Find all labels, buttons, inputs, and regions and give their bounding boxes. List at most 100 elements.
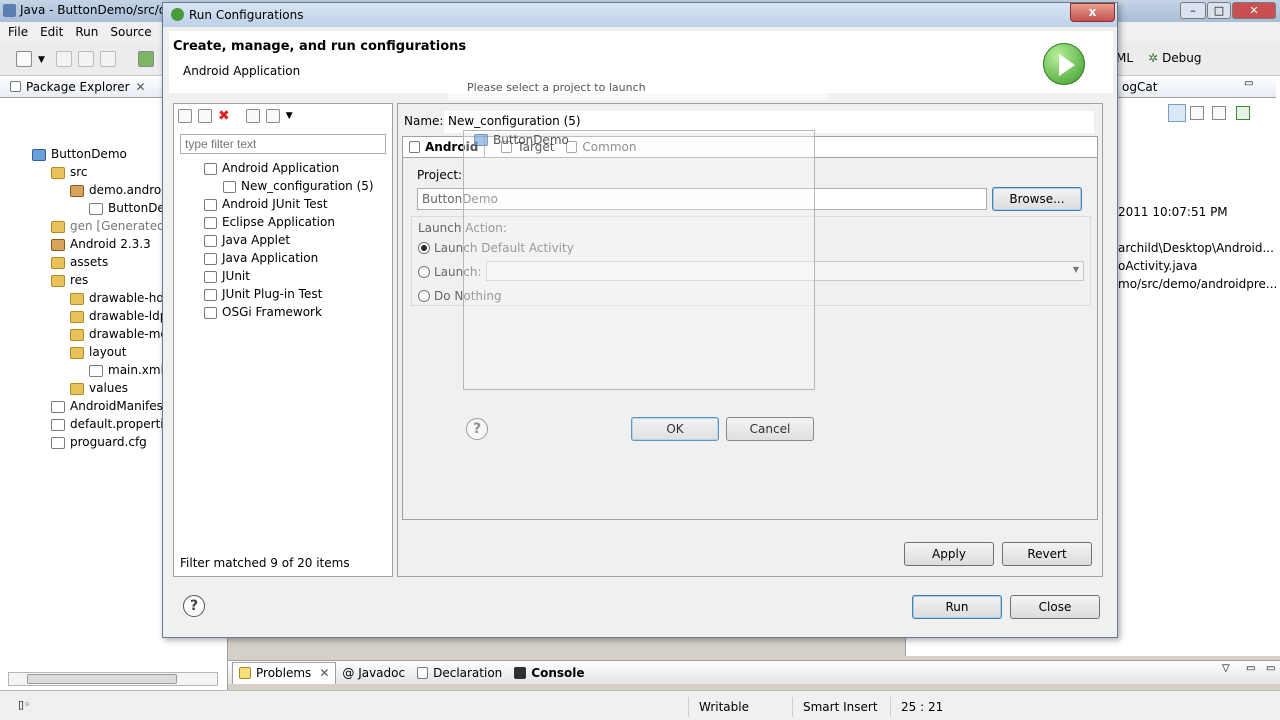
new-dropdown-icon[interactable]: ▼ — [38, 55, 45, 65]
config-tree-item[interactable]: Java Application — [184, 249, 389, 267]
logcat-add-icon[interactable] — [1236, 106, 1250, 120]
tab-javadoc[interactable]: @ Javadoc — [336, 662, 411, 684]
dialog-subheading: Android Application — [183, 64, 301, 78]
browse-button[interactable]: Browse... — [992, 187, 1082, 211]
folder-icon — [70, 328, 84, 341]
minimize-view-icon[interactable]: ▭ — [1244, 78, 1253, 89]
dialog-close-button[interactable]: x — [1070, 3, 1115, 22]
project-icon — [32, 148, 46, 161]
menu-run[interactable]: Run — [75, 25, 98, 39]
xml-perspective-label: ML — [1116, 51, 1134, 65]
tab-problems[interactable]: Problems ✕ — [232, 661, 337, 684]
config-tree-item[interactable]: JUnit — [184, 267, 389, 285]
menu-edit[interactable]: Edit — [40, 25, 63, 39]
logcat-tab[interactable]: ogCat — [1122, 80, 1157, 94]
tree-item-label: drawable-hdp — [89, 291, 172, 305]
tab-console[interactable]: Console — [508, 662, 590, 684]
config-tree-item-label: Android JUnit Test — [222, 197, 328, 211]
console-icon — [514, 666, 527, 679]
tree-item-label: Android 2.3.3 — [70, 237, 151, 251]
folder-icon — [51, 220, 65, 233]
tab-declaration[interactable]: Declaration — [411, 662, 508, 684]
apply-button[interactable]: Apply — [904, 542, 994, 566]
radio-launch-default-control[interactable] — [418, 242, 430, 254]
revert-button[interactable]: Revert — [1002, 542, 1092, 566]
tree-item-label: demo.android — [89, 183, 173, 197]
close-view-icon[interactable]: ✕ — [136, 80, 146, 94]
filter-status: Filter matched 9 of 20 items — [180, 556, 350, 570]
tree-item-label: ButtonDemo — [51, 147, 127, 161]
config-tree-item[interactable]: Java Applet — [184, 231, 389, 249]
run-config-icon — [171, 8, 184, 21]
logcat-clear-icon[interactable] — [1190, 106, 1204, 120]
horizontal-scrollbar[interactable] — [8, 672, 218, 686]
duplicate-config-icon[interactable] — [198, 109, 212, 123]
debug-perspective[interactable]: ✲ Debug — [1148, 51, 1202, 65]
project-list-item-label: ButtonDemo — [493, 133, 569, 147]
tree-item-label: assets — [70, 255, 109, 269]
config-tree-item-label: JUnit Plug-in Test — [222, 287, 323, 301]
collapse-all-icon[interactable] — [245, 109, 260, 123]
view-menu-icon[interactable]: ▽ — [1222, 663, 1230, 674]
radio-do-nothing-control[interactable] — [418, 290, 430, 302]
project-list-item[interactable]: ButtonDemo — [474, 133, 569, 147]
run-button[interactable]: Run — [912, 595, 1002, 619]
delete-config-icon[interactable]: ✖ — [218, 108, 230, 124]
folder-icon — [51, 274, 65, 287]
main-window-title: Java - ButtonDemo/src/de — [20, 3, 174, 17]
android-tab-icon — [409, 141, 420, 153]
project-selection-help-icon[interactable]: ? — [466, 418, 488, 440]
android-sdk-icon[interactable] — [138, 51, 154, 67]
scrollbar-thumb[interactable] — [27, 674, 177, 684]
tree-item-label: res — [70, 273, 89, 287]
debug-perspective-label: Debug — [1162, 51, 1202, 65]
logcat-export-icon[interactable] — [1212, 106, 1226, 120]
config-tree: Android Application New_configuration (5)… — [184, 159, 389, 321]
maximize-button[interactable]: □ — [1207, 2, 1231, 19]
dialog-heading: Create, manage, and run configurations — [173, 39, 467, 54]
junit-icon — [204, 288, 217, 301]
logcat-line: 2011 10:07:51 PM — [1118, 205, 1228, 219]
new-icon[interactable] — [16, 51, 32, 67]
config-tree-item[interactable]: Android Application — [184, 159, 389, 177]
project-selection-message: Please select a project to launch — [448, 78, 828, 100]
xml-perspective[interactable]: ML — [1116, 51, 1133, 65]
problems-icon — [239, 667, 251, 679]
print-icon[interactable] — [100, 51, 116, 67]
save-all-icon[interactable] — [78, 51, 94, 67]
help-icon[interactable]: ? — [183, 595, 205, 617]
close-tab-icon[interactable]: ✕ — [319, 662, 329, 684]
config-tree-item-label: New_configuration (5) — [241, 179, 374, 193]
radio-launch-control[interactable] — [418, 266, 430, 278]
filter-input[interactable] — [180, 134, 386, 154]
save-icon[interactable] — [56, 51, 72, 67]
ok-button[interactable]: OK — [631, 417, 719, 441]
project-selection-message-text: Please select a project to launch — [467, 81, 646, 94]
config-tree-item[interactable]: OSGi Framework — [184, 303, 389, 321]
logcat-filter-icon[interactable] — [1168, 104, 1186, 122]
filter-config-icon[interactable] — [265, 109, 280, 123]
tree-item-label: drawable-md — [89, 327, 169, 341]
minimize-button[interactable]: – — [1180, 2, 1206, 19]
java-app-icon — [204, 252, 217, 265]
filter-menu-icon[interactable]: ▼ — [286, 111, 293, 121]
applet-icon — [204, 234, 217, 247]
tree-item-label: drawable-ldp — [89, 309, 168, 323]
menu-source[interactable]: Source — [110, 25, 151, 39]
config-tree-item[interactable]: JUnit Plug-in Test — [184, 285, 389, 303]
config-tree-item[interactable]: Android JUnit Test — [184, 195, 389, 213]
minimize-bottom-icon[interactable]: ▭ — [1246, 663, 1255, 674]
close-button[interactable]: Close — [1010, 595, 1100, 619]
config-tree-item[interactable]: Eclipse Application — [184, 213, 389, 231]
config-tree-item-label: Java Application — [222, 251, 319, 265]
new-config-icon[interactable] — [178, 109, 192, 123]
folder-icon — [70, 346, 84, 359]
config-tree-item[interactable]: New_configuration (5) — [184, 177, 389, 195]
config-tree-item-label: OSGi Framework — [222, 305, 322, 319]
main-close-button[interactable]: ✕ — [1232, 2, 1276, 19]
cancel-button[interactable]: Cancel — [726, 417, 814, 441]
maximize-bottom-icon[interactable]: ▭ — [1266, 663, 1275, 674]
debug-icon: ✲ — [1148, 51, 1159, 65]
package-explorer-icon — [10, 81, 21, 92]
menu-file[interactable]: File — [8, 25, 28, 39]
